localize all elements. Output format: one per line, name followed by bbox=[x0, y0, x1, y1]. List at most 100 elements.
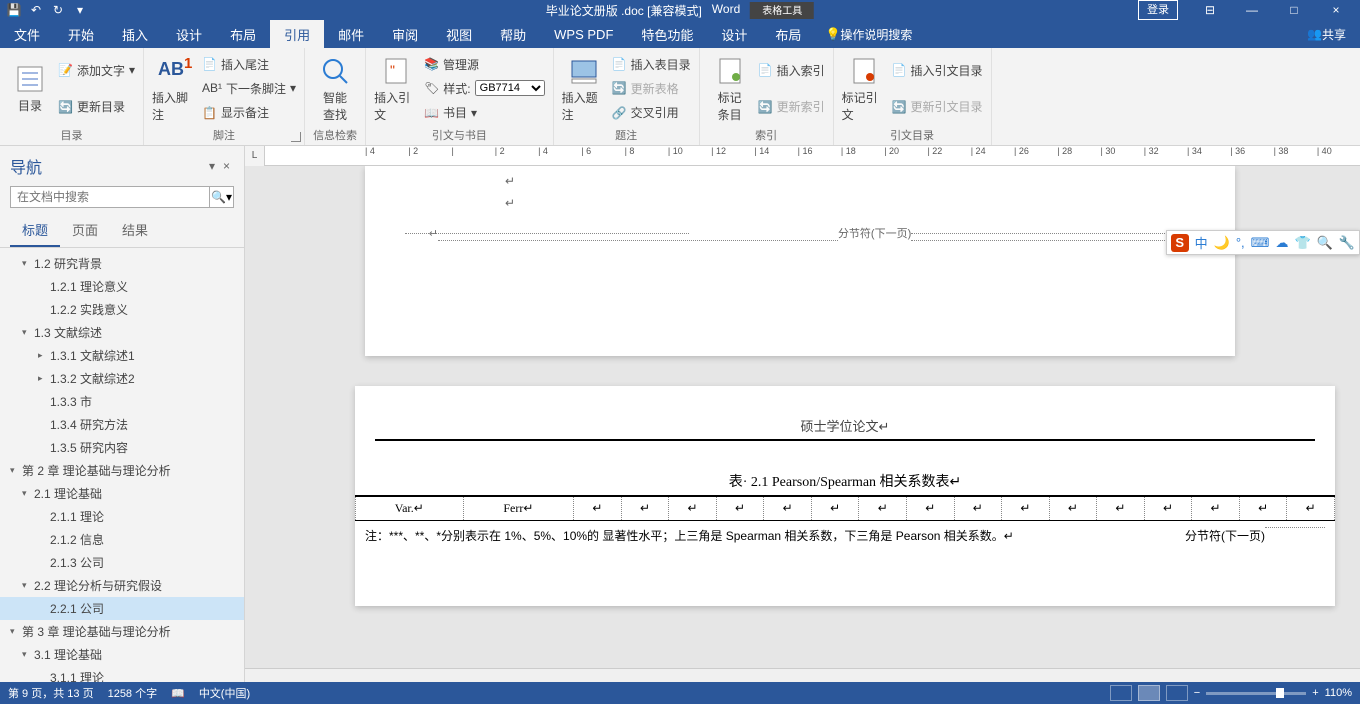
insert-endnote-button[interactable]: 📄 插入尾注 bbox=[202, 55, 296, 74]
nav-item[interactable]: 2.1.1 理论 bbox=[0, 505, 244, 528]
tab-layout[interactable]: 布局 bbox=[216, 20, 270, 48]
table-cell[interactable]: ↵ bbox=[1097, 496, 1145, 521]
tab-wps[interactable]: WPS PDF bbox=[540, 20, 627, 48]
table-cell[interactable]: ↵ bbox=[1144, 496, 1192, 521]
table-cell[interactable]: Ferr↵ bbox=[463, 496, 574, 521]
table-cell[interactable]: ↵ bbox=[907, 496, 955, 521]
nav-tab-headings[interactable]: 标题 bbox=[10, 214, 60, 247]
tab-design[interactable]: 设计 bbox=[162, 20, 216, 48]
nav-item[interactable]: ▾3.1 理论基础 bbox=[0, 643, 244, 666]
ribbon-options-icon[interactable]: ⊟ bbox=[1190, 0, 1230, 20]
mark-entry-button[interactable]: 标记 条目 bbox=[708, 52, 752, 125]
nav-item[interactable]: ▸1.3.2 文献综述2 bbox=[0, 367, 244, 390]
tab-home[interactable]: 开始 bbox=[54, 20, 108, 48]
tab-table-layout[interactable]: 布局 bbox=[761, 20, 815, 48]
nav-item[interactable]: 1.2.2 实践意义 bbox=[0, 298, 244, 321]
nav-search-input[interactable] bbox=[11, 187, 209, 207]
nav-item[interactable]: ▾第 3 章 理论基础与理论分析 bbox=[0, 620, 244, 643]
mark-citation-button[interactable]: 标记引文 bbox=[842, 52, 886, 125]
table-cell[interactable]: ↵ bbox=[1287, 496, 1335, 521]
zoom-out-button[interactable]: − bbox=[1194, 687, 1200, 699]
tab-view[interactable]: 视图 bbox=[432, 20, 486, 48]
ime-punct-icon[interactable]: °, bbox=[1236, 235, 1245, 250]
redo-icon[interactable]: ↻ bbox=[50, 2, 66, 18]
table-cell[interactable]: ↵ bbox=[811, 496, 859, 521]
ime-toolbar[interactable]: S 中 🌙 °, ⌨ ☁ 👕 🔍 🔧 bbox=[1166, 230, 1360, 255]
table-cell[interactable]: Var.↵ bbox=[356, 496, 464, 521]
page-current[interactable]: 硕士学位论文↵ 表· 2.1 Pearson/Spearman 相关系数表↵ V… bbox=[355, 386, 1335, 606]
view-web-layout[interactable] bbox=[1166, 685, 1188, 701]
ime-lang[interactable]: 中 bbox=[1195, 233, 1208, 252]
citation-style-select[interactable]: GB7714 bbox=[475, 80, 545, 96]
nav-item[interactable]: 1.3.4 研究方法 bbox=[0, 413, 244, 436]
status-words[interactable]: 1258 个字 bbox=[108, 685, 158, 701]
undo-icon[interactable]: ↶ bbox=[28, 2, 44, 18]
table-cell[interactable]: ↵ bbox=[1049, 496, 1097, 521]
cross-reference-button[interactable]: 🔗 交叉引用 bbox=[612, 103, 691, 122]
nav-search-button[interactable]: 🔍▾ bbox=[209, 187, 233, 207]
nav-item[interactable]: ▾2.2 理论分析与研究假设 bbox=[0, 574, 244, 597]
smart-lookup-button[interactable]: 智能 查找 bbox=[313, 52, 357, 125]
nav-item[interactable]: 1.3.3 市 bbox=[0, 390, 244, 413]
tab-insert[interactable]: 插入 bbox=[108, 20, 162, 48]
toc-button[interactable]: 目录 bbox=[8, 52, 52, 125]
insert-caption-button[interactable]: 插入题注 bbox=[562, 52, 606, 125]
insert-index-button[interactable]: 📄 插入索引 bbox=[758, 61, 825, 80]
table-cell[interactable]: ↵ bbox=[669, 496, 717, 521]
insert-footnote-button[interactable]: AB1 插入脚注 bbox=[152, 52, 196, 125]
tab-file[interactable]: 文件 bbox=[0, 20, 54, 48]
ime-moon-icon[interactable]: 🌙 bbox=[1214, 235, 1230, 251]
table-cell[interactable]: ↵ bbox=[621, 496, 669, 521]
footnote-dialog-launcher[interactable] bbox=[291, 132, 301, 142]
correlation-table[interactable]: Var.↵Ferr↵↵↵↵↵↵↵↵↵↵↵↵↵↵↵↵↵ bbox=[355, 495, 1335, 521]
status-language[interactable]: 中文(中国) bbox=[199, 685, 250, 701]
nav-dropdown-icon[interactable]: ▾ bbox=[205, 159, 219, 173]
nav-tab-pages[interactable]: 页面 bbox=[60, 214, 110, 247]
tab-review[interactable]: 审阅 bbox=[378, 20, 432, 48]
tab-mail[interactable]: 邮件 bbox=[324, 20, 378, 48]
nav-item[interactable]: ▾2.1 理论基础 bbox=[0, 482, 244, 505]
nav-item[interactable]: 2.2.1 公司 bbox=[0, 597, 244, 620]
login-button[interactable]: 登录 bbox=[1138, 0, 1178, 20]
ime-skin-icon[interactable]: 👕 bbox=[1294, 235, 1310, 251]
page-previous[interactable]: ↵ ↵ ↵分节符(下一页) bbox=[365, 166, 1235, 356]
tell-me-search[interactable]: 💡 操作说明搜索 bbox=[815, 20, 922, 48]
insert-citation-button[interactable]: " 插入引文 bbox=[374, 52, 418, 125]
ime-cloud-icon[interactable]: ☁ bbox=[1275, 235, 1288, 251]
table-cell[interactable]: ↵ bbox=[574, 496, 622, 521]
view-read-mode[interactable] bbox=[1110, 685, 1132, 701]
insert-tof-button[interactable]: 📄 插入表目录 bbox=[612, 55, 691, 74]
zoom-level[interactable]: 110% bbox=[1325, 687, 1352, 699]
show-notes-button[interactable]: 📋 显示备注 bbox=[202, 103, 296, 122]
add-text-button[interactable]: 📝 添加文字 ▾ bbox=[58, 61, 135, 80]
status-page[interactable]: 第 9 页，共 13 页 bbox=[8, 685, 94, 701]
tab-table-design[interactable]: 设计 bbox=[707, 20, 761, 48]
zoom-in-button[interactable]: + bbox=[1312, 687, 1318, 699]
ime-keyboard-icon[interactable]: ⌨ bbox=[1251, 235, 1270, 251]
ime-brand-icon[interactable]: S bbox=[1171, 234, 1189, 252]
nav-item[interactable]: ▾第 2 章 理论基础与理论分析 bbox=[0, 459, 244, 482]
bibliography-button[interactable]: 📖 书目 ▾ bbox=[424, 103, 545, 122]
table-cell[interactable]: ↵ bbox=[1002, 496, 1050, 521]
close-icon[interactable]: × bbox=[1316, 0, 1356, 20]
table-cell[interactable]: ↵ bbox=[716, 496, 764, 521]
nav-close-icon[interactable]: × bbox=[219, 159, 234, 173]
ime-settings-icon[interactable]: 🔧 bbox=[1339, 235, 1355, 251]
nav-tab-results[interactable]: 结果 bbox=[110, 214, 160, 247]
table-cell[interactable]: ↵ bbox=[954, 496, 1002, 521]
table-cell[interactable]: ↵ bbox=[859, 496, 907, 521]
insert-toa-button[interactable]: 📄 插入引文目录 bbox=[892, 61, 983, 80]
zoom-slider[interactable] bbox=[1206, 692, 1306, 695]
ime-search-icon[interactable]: 🔍 bbox=[1317, 235, 1333, 251]
update-toc-button[interactable]: 🔄 更新目录 bbox=[58, 97, 135, 116]
table-row[interactable]: Var.↵Ferr↵↵↵↵↵↵↵↵↵↵↵↵↵↵↵↵↵ bbox=[356, 496, 1335, 521]
view-print-layout[interactable] bbox=[1138, 685, 1160, 701]
nav-item[interactable]: 2.1.3 公司 bbox=[0, 551, 244, 574]
next-footnote-button[interactable]: AB¹ 下一条脚注 ▾ bbox=[202, 79, 296, 98]
minimize-icon[interactable]: — bbox=[1232, 0, 1272, 20]
horizontal-ruler[interactable]: L | 4| 2| | 2| 4| 6| 8| 10| 12| 14| 16| … bbox=[245, 146, 1360, 166]
nav-item[interactable]: 2.1.2 信息 bbox=[0, 528, 244, 551]
nav-item[interactable]: 1.3.5 研究内容 bbox=[0, 436, 244, 459]
tab-help[interactable]: 帮助 bbox=[486, 20, 540, 48]
nav-item[interactable]: ▾1.3 文献综述 bbox=[0, 321, 244, 344]
